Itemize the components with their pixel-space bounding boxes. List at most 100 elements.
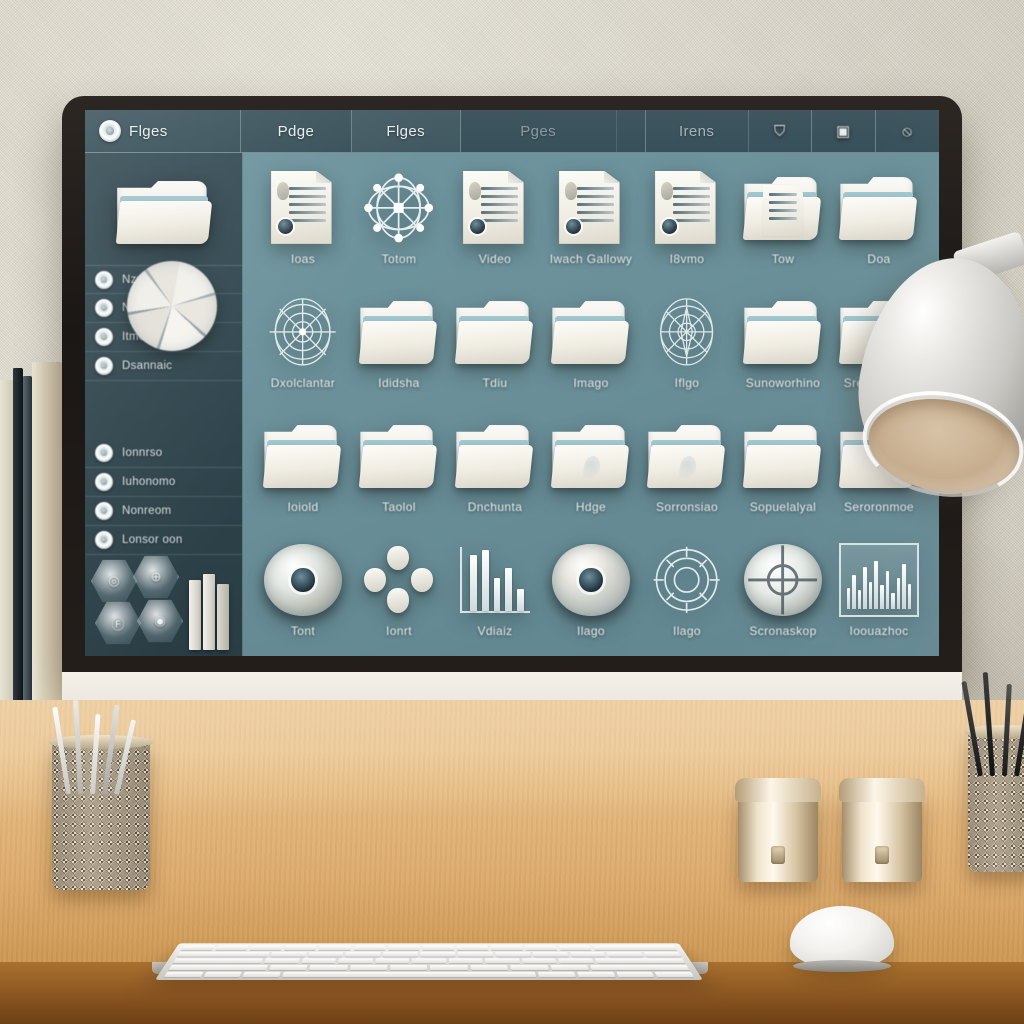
document-icon <box>453 169 537 247</box>
sidebar-item-label: Iuhonomo <box>122 476 176 488</box>
sidebar-item-label: Dsannaic <box>122 360 173 372</box>
file-label: Hdge <box>575 500 607 514</box>
tab-flges[interactable]: Flges <box>351 110 461 152</box>
book-4 <box>32 362 62 752</box>
file-item[interactable]: Ionrt <box>351 535 447 656</box>
shield-badge-glyph: ⛉ <box>774 122 786 140</box>
quick-access-icon <box>95 270 113 289</box>
sidebar-item-label: Nonreom <box>122 505 172 517</box>
folder-with-document-icon <box>741 169 825 247</box>
oval-link-icon[interactable]: ⦸ <box>876 110 939 152</box>
canister-right <box>839 778 925 882</box>
keyboard[interactable] <box>155 943 703 980</box>
file-item[interactable]: Tont <box>255 535 351 656</box>
file-item[interactable]: Vdiaiz <box>447 535 543 656</box>
book-1 <box>0 380 13 752</box>
file-label: Iflgo <box>674 376 700 390</box>
file-item[interactable]: Sunoworhino <box>735 287 831 411</box>
folder-icon <box>453 417 537 495</box>
file-item[interactable]: Ioouazhoc <box>831 535 927 656</box>
grid-row-4: Tont Ionrt Vdiaiz Ilago Ilago Scronaskop… <box>255 535 927 656</box>
file-item[interactable]: Ilago <box>639 535 735 656</box>
file-item[interactable]: Iwach Gallowy <box>543 163 639 287</box>
bar-chart-icon <box>453 541 537 619</box>
sidebar-book-icons <box>189 574 231 650</box>
file-item[interactable]: Video <box>447 163 543 287</box>
file-label: Totom <box>381 252 417 266</box>
pie-chart-overlay <box>127 261 217 351</box>
keyboard-row <box>163 971 695 978</box>
file-item[interactable]: Dnchunta <box>447 411 543 535</box>
documents-icon <box>95 328 113 346</box>
app-title: Flges <box>129 122 168 140</box>
tab-label: Pdge <box>277 122 315 140</box>
compass-icon <box>645 293 729 371</box>
tab-label: Pges <box>520 122 557 140</box>
circle-target-icon <box>99 120 121 142</box>
file-item[interactable]: I8vmo <box>639 163 735 287</box>
file-label: Ionrt <box>385 624 412 638</box>
file-label: Ioas <box>290 252 316 266</box>
petal-cluster-icon <box>357 541 441 619</box>
file-label: Scronaskop <box>749 624 817 638</box>
tab-pges[interactable]: Pges <box>461 110 617 152</box>
music-icon <box>95 473 113 491</box>
tab-pdge[interactable]: Pdge <box>241 110 352 152</box>
pens-left <box>52 698 142 795</box>
folder-icon <box>261 417 345 495</box>
file-label: Video <box>478 252 512 266</box>
file-item[interactable]: Ioiold <box>255 411 351 535</box>
file-item[interactable]: Totom <box>351 163 447 287</box>
file-item[interactable]: Doa <box>831 163 927 287</box>
file-item[interactable]: Sopuelalyal <box>735 411 831 535</box>
sidebar-item-6[interactable]: Nonreom <box>85 497 242 526</box>
file-label: I8vmo <box>669 252 705 266</box>
right-label-text: Irens <box>678 122 715 140</box>
sidebar-item-4[interactable]: Ionnrso <box>85 439 242 468</box>
file-item[interactable]: Hdge <box>543 411 639 535</box>
network-graph-icon <box>357 169 441 247</box>
hex-badge-1[interactable]: ◎ <box>91 559 137 603</box>
sidebar-footer: ◎ ⊕ Ⓕ ◉ <box>91 546 241 650</box>
file-item[interactable]: Ioas <box>255 163 351 287</box>
file-item[interactable]: Ididsha <box>351 287 447 411</box>
hex-badge-4[interactable]: ◉ <box>137 599 183 643</box>
sidebar-item-label: Ionnrso <box>122 447 163 459</box>
file-label: Sunoworhino <box>745 376 821 390</box>
file-item[interactable]: Ilago <box>543 535 639 656</box>
tab-label: Flges <box>386 122 426 140</box>
file-label: Tow <box>771 252 795 266</box>
keyboard-row <box>176 951 682 957</box>
file-item[interactable]: Taolol <box>351 411 447 535</box>
eye-target-icon <box>549 541 633 619</box>
document-icon <box>645 169 729 247</box>
file-item[interactable]: Dxolclantar <box>255 287 351 411</box>
app-brand[interactable]: Flges <box>85 110 242 152</box>
shield-badge-icon[interactable]: ⛉ <box>749 110 813 152</box>
hex-badge-2[interactable]: ⊕ <box>133 555 179 599</box>
book-stack <box>0 352 62 752</box>
file-item[interactable]: Imago <box>543 287 639 411</box>
monitor-screen: Flges Pdge Flges Pges Irens ⛉ ▣ ⦸ Dsanna… <box>85 110 939 656</box>
folder-with-emblem-icon <box>549 417 633 495</box>
chart-thumbnail-icon <box>837 541 921 619</box>
file-item[interactable]: Sorronsiao <box>639 411 735 535</box>
rounded-square-icon[interactable]: ▣ <box>812 110 876 152</box>
app-toolbar: Flges Pdge Flges Pges Irens ⛉ ▣ ⦸ <box>85 110 939 153</box>
file-label: Ididsha <box>378 376 420 390</box>
file-item[interactable]: Tow <box>735 163 831 287</box>
file-label: Tont <box>290 624 316 638</box>
sidebar: Nzunae Nemst Gaov Itmonano Dsannaic <box>85 153 243 656</box>
sidebar-item-5[interactable]: Iuhonomo <box>85 468 242 497</box>
file-item[interactable]: Tdiu <box>447 287 543 411</box>
hex-badge-3[interactable]: Ⓕ <box>95 601 141 645</box>
file-item[interactable]: Scronaskop <box>735 535 831 656</box>
downloads-icon <box>95 357 113 375</box>
pens-right <box>961 672 1024 777</box>
toolbar-right-label[interactable]: Irens <box>646 110 749 152</box>
sidebar-item-3[interactable]: Dsannaic <box>85 352 242 381</box>
keyboard-row <box>172 958 686 964</box>
file-item[interactable]: Iflgo <box>639 287 735 411</box>
book-3 <box>23 376 32 752</box>
